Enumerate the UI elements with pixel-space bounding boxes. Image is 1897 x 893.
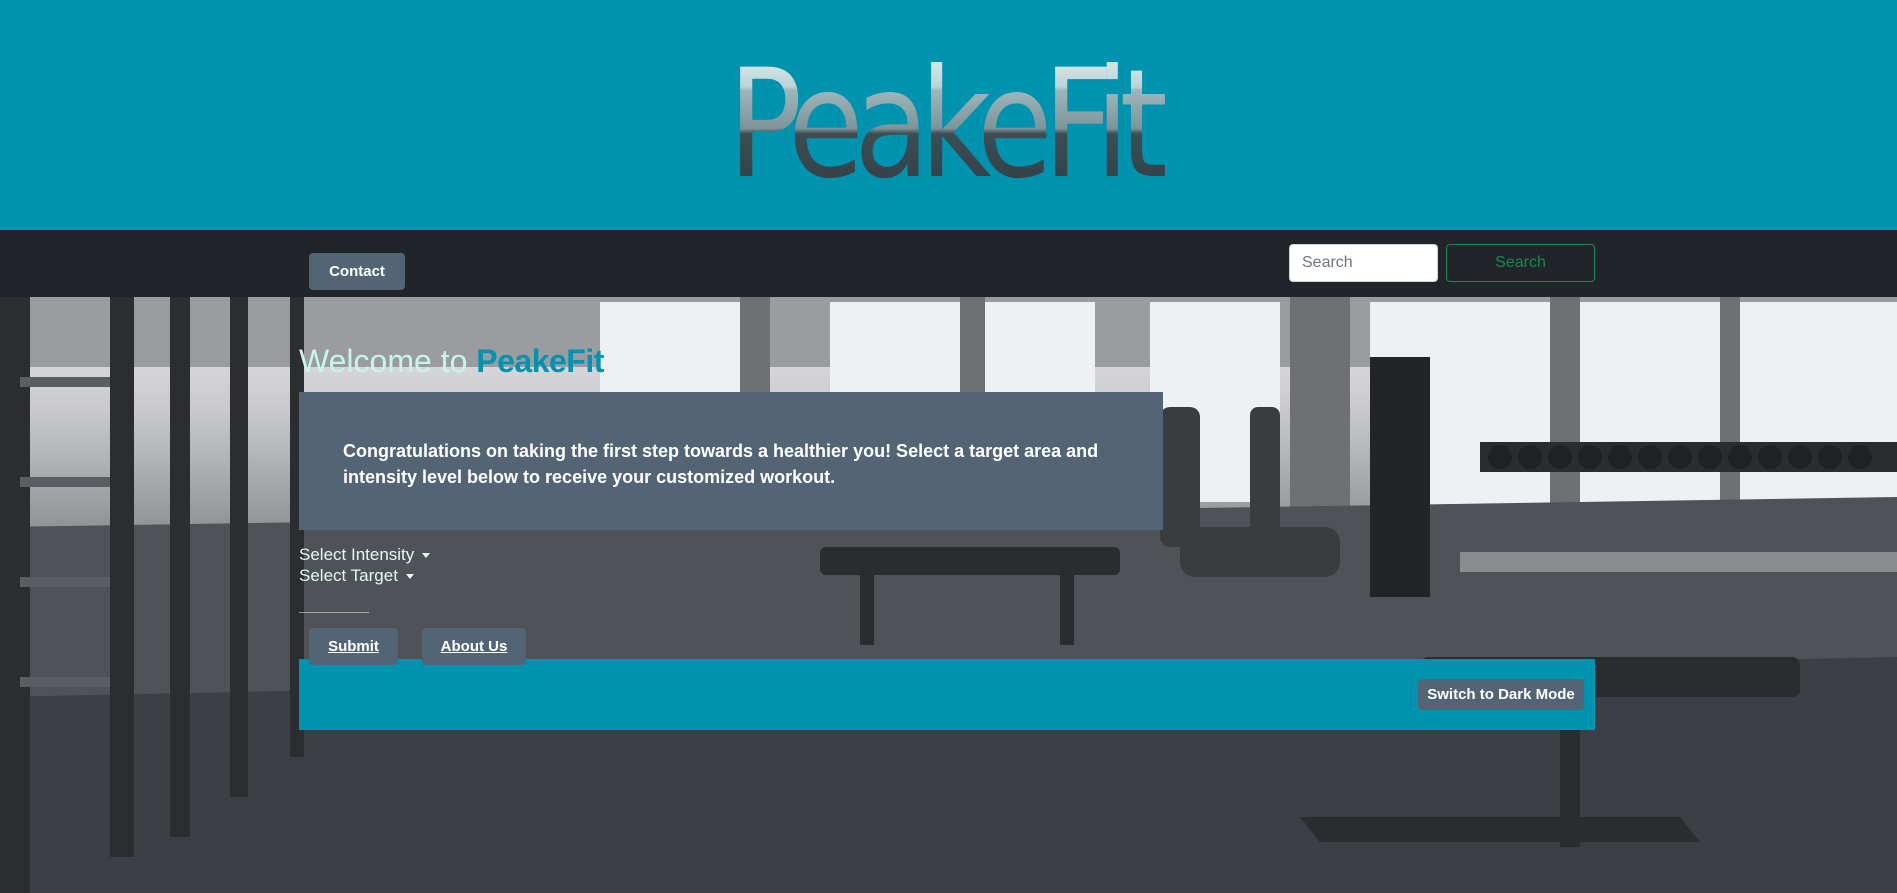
- caret-down-icon: [405, 574, 414, 580]
- welcome-brand: PeakeFit: [476, 343, 604, 379]
- contact-button[interactable]: Contact: [309, 253, 405, 290]
- welcome-title: Welcome to PeakeFit: [299, 343, 604, 380]
- divider: [299, 612, 369, 613]
- navbar: [0, 230, 1897, 297]
- select-intensity-label: Select Intensity: [299, 545, 415, 564]
- search-input[interactable]: [1289, 244, 1438, 282]
- select-target-label: Select Target: [299, 566, 398, 585]
- intro-panel: Congratulations on taking the first step…: [299, 392, 1163, 530]
- gym-background-image: [0, 297, 1897, 893]
- select-target-dropdown[interactable]: Select Target: [299, 566, 414, 586]
- submit-button[interactable]: Submit: [309, 628, 398, 665]
- svg-text:PeakeFit: PeakeFit: [728, 52, 1166, 198]
- search-button[interactable]: Search: [1446, 244, 1595, 282]
- dark-mode-toggle-button[interactable]: Switch to Dark Mode: [1418, 679, 1584, 710]
- welcome-prefix: Welcome to: [299, 343, 477, 379]
- footer-bar: [299, 659, 1595, 730]
- intro-text: Congratulations on taking the first step…: [343, 441, 1099, 487]
- about-us-button[interactable]: About Us: [422, 628, 526, 665]
- select-intensity-dropdown[interactable]: Select Intensity: [299, 545, 431, 565]
- peakefit-logo: PeakeFit: [728, 52, 1168, 198]
- caret-down-icon: [422, 553, 431, 559]
